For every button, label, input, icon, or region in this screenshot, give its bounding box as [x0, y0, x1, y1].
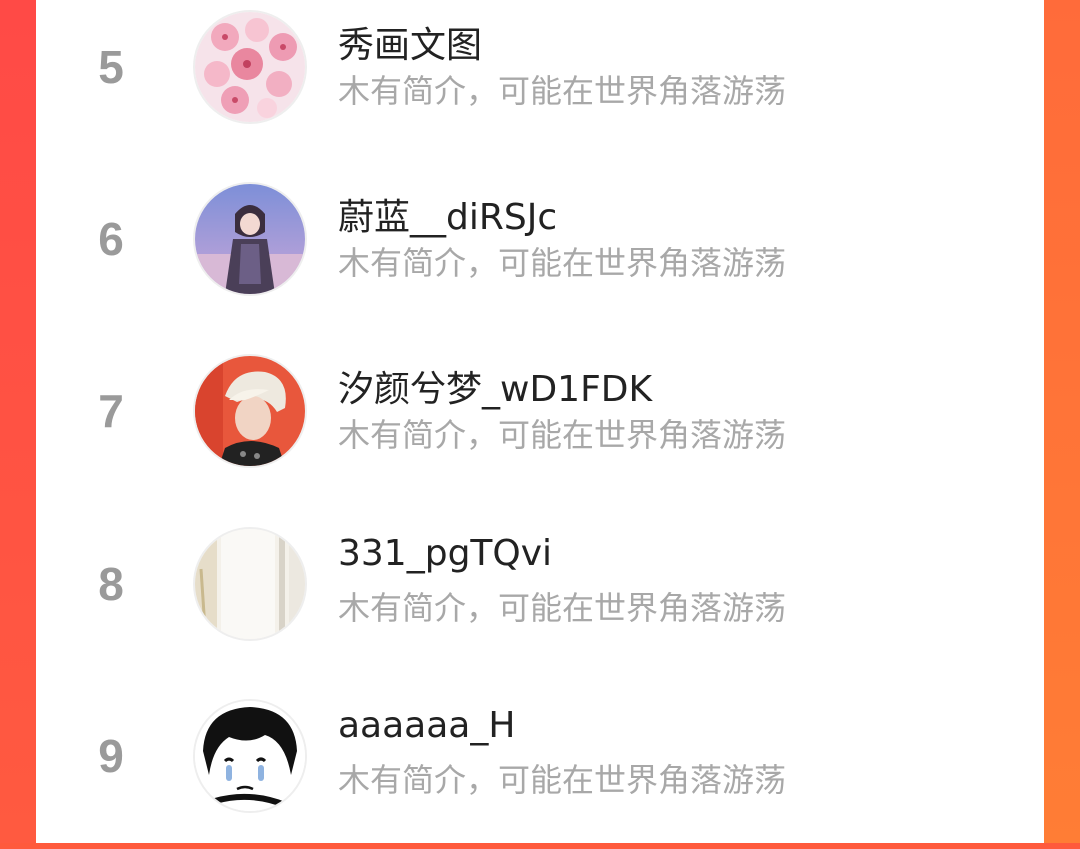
rank-number: 5 [98, 41, 124, 93]
anime-girl-avatar-icon[interactable] [195, 184, 305, 294]
left-background-edge [0, 0, 36, 843]
list-item[interactable]: 7 汐颜兮梦_wD1FDK 木有简介，可能在世界角落游荡 [36, 344, 1044, 504]
rank-number: 7 [98, 385, 124, 437]
white-room-avatar-icon[interactable] [195, 529, 305, 639]
rank-number: 6 [98, 213, 124, 265]
ranking-list-panel: 5 秀画文图 木有简介，可能在世界角落游荡 6 蔚蓝__diRSJc 木有简介，… [36, 0, 1044, 843]
user-bio: 木有简介，可能在世界角落游荡 [338, 244, 787, 282]
user-bio: 木有简介，可能在世界角落游荡 [338, 416, 787, 454]
rank-number: 8 [98, 558, 124, 610]
cherry-blossom-avatar-icon[interactable] [195, 12, 305, 122]
user-name[interactable]: 汐颜兮梦_wD1FDK [338, 360, 652, 412]
user-name[interactable]: 331_pgTQvi [338, 533, 552, 574]
blond-man-avatar-icon[interactable] [195, 356, 305, 466]
right-background-edge [1044, 0, 1080, 843]
crying-sketch-avatar-icon[interactable] [195, 701, 305, 811]
list-item[interactable]: 8 331_pgTQvi 木有简介，可能在世界角落游荡 [36, 517, 1044, 677]
user-bio: 木有简介，可能在世界角落游荡 [338, 761, 787, 799]
user-bio: 木有简介，可能在世界角落游荡 [338, 589, 787, 627]
list-item[interactable]: 5 秀画文图 木有简介，可能在世界角落游荡 [36, 0, 1044, 160]
user-name[interactable]: 秀画文图 [338, 16, 482, 68]
user-name[interactable]: 蔚蓝__diRSJc [338, 188, 557, 240]
user-name[interactable]: aaaaaa_H [338, 705, 515, 746]
user-bio: 木有简介，可能在世界角落游荡 [338, 72, 787, 110]
list-item[interactable]: 9 aaaaaa_H 木有简介，可能在世界角落游荡 [36, 689, 1044, 849]
list-item[interactable]: 6 蔚蓝__diRSJc 木有简介，可能在世界角落游荡 [36, 172, 1044, 332]
rank-number: 9 [98, 730, 124, 782]
